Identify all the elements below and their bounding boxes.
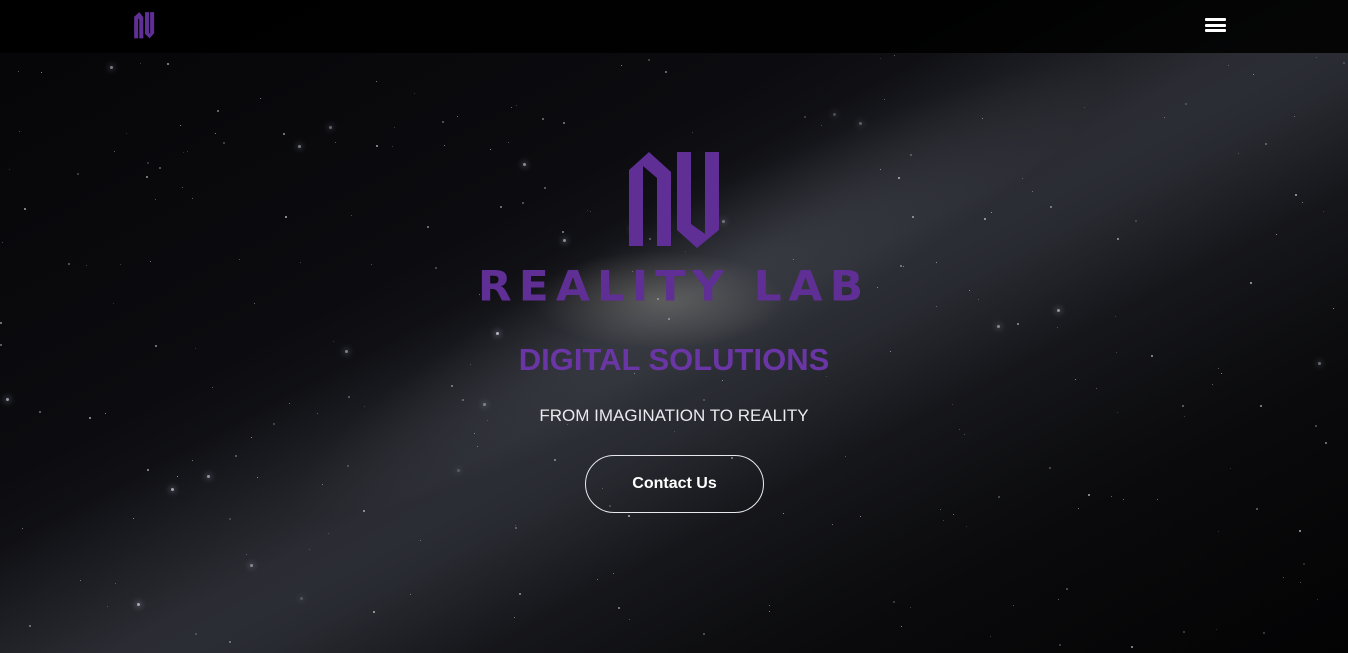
menu-line-middle	[1205, 23, 1226, 27]
hero-subtitle: FROM IMAGINATION TO REALITY	[539, 406, 809, 425]
menu-line-bottom	[1205, 29, 1226, 32]
nu-monogram-hero-logo-icon	[629, 152, 719, 248]
navbar	[0, 0, 1348, 53]
hamburger-menu-icon[interactable]	[1203, 15, 1228, 35]
hero-tagline: DIGITAL SOLUTIONS	[518, 342, 830, 377]
contact-us-button[interactable]: Contact Us	[585, 455, 764, 513]
nu-monogram-logo-icon	[134, 12, 155, 39]
nav-logo-link[interactable]	[133, 11, 161, 39]
brand-wordmark: REALITY LAB	[477, 262, 871, 311]
menu-line-top	[1205, 18, 1226, 21]
hero-content: REALITY LAB DIGITAL SOLUTIONS FROM IMAGI…	[0, 0, 1348, 653]
